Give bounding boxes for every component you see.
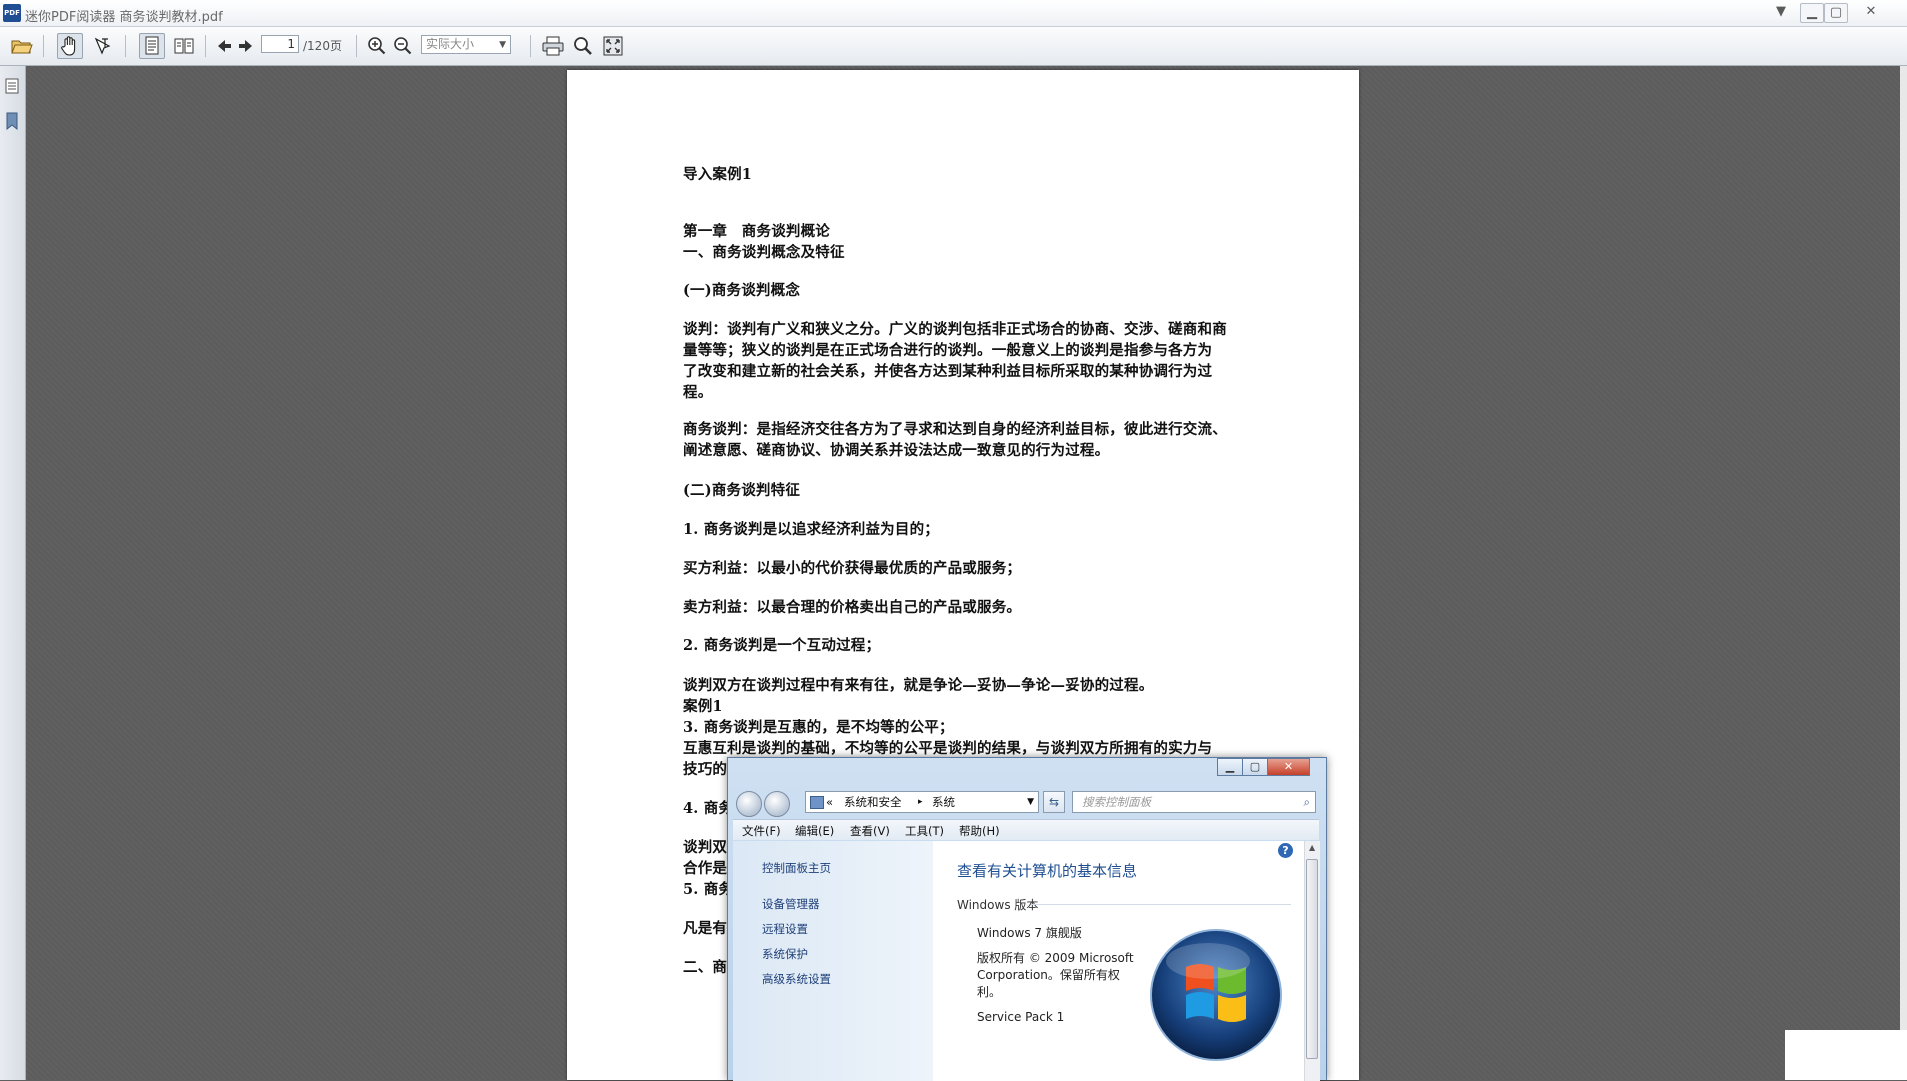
next-page-icon[interactable]: [233, 33, 259, 59]
outline-panel-icon[interactable]: [5, 78, 19, 98]
doc-line: 互惠互利是谈判的基础，不均等的公平是谈判的结果，与谈判双方所拥有的实力与: [683, 740, 1213, 757]
copyright-line: Corporation。保留所有权: [977, 968, 1120, 982]
cp-minimize-button[interactable]: ▁: [1217, 758, 1243, 776]
forward-arrow-icon[interactable]: [764, 791, 790, 817]
menu-view[interactable]: 查看(V): [850, 823, 890, 839]
bookmark-panel-icon[interactable]: [5, 112, 19, 134]
doc-line: 合作是: [683, 860, 728, 877]
help-icon[interactable]: ?: [1278, 843, 1293, 858]
doc-line: 凡是有: [683, 920, 728, 937]
doc-line: 第一章 商务谈判概论: [683, 223, 830, 240]
scroll-thumb[interactable]: [1306, 859, 1318, 1059]
breadcrumb-system-security[interactable]: 系统和安全: [844, 792, 902, 812]
doc-line: 买方利益：以最小的代价获得最优质的产品或服务；: [683, 560, 1022, 577]
cp-content: 控制面板主页 设备管理器 远程设置 系统保护 高级系统设置 查看有关计算机的基本…: [733, 841, 1320, 1081]
page-number-input[interactable]: 1: [261, 35, 299, 53]
doc-line: 一、商务谈判概念及特征: [683, 244, 845, 261]
doc-line: 2. 商务谈判是一个互动过程；: [683, 637, 881, 654]
doc-line: 程。: [683, 384, 713, 401]
vertical-scrollbar[interactable]: [1900, 66, 1907, 1080]
zoom-level-select[interactable]: 实际大小 ▼: [421, 35, 511, 54]
cp-menu-bar: 文件(F) 编辑(E) 查看(V) 工具(T) 帮助(H): [733, 819, 1319, 840]
doc-line: 了改变和建立新的社会关系，并使各方达到某种利益目标所采取的某种协调行为过: [683, 363, 1213, 380]
section-title: Windows 版本: [957, 898, 1039, 912]
hand-tool-icon[interactable]: [57, 33, 83, 59]
doc-line: (一)商务谈判概念: [683, 282, 801, 299]
cp-task-pane: 控制面板主页 设备管理器 远程设置 系统保护 高级系统设置: [733, 841, 933, 1081]
blank-panel: [1785, 1030, 1907, 1080]
doc-line: 二、商: [683, 959, 728, 976]
link-system-protection[interactable]: 系统保护: [762, 946, 808, 962]
refresh-icon[interactable]: ⇆: [1043, 791, 1065, 813]
folder-open-icon[interactable]: [9, 33, 35, 59]
select-text-icon[interactable]: [89, 33, 115, 59]
zoom-level-value: 实际大小: [426, 37, 475, 51]
find-icon[interactable]: [570, 33, 596, 59]
menu-file[interactable]: 文件(F): [742, 823, 781, 839]
page-heading: 查看有关计算机的基本信息: [957, 862, 1138, 880]
cp-maximize-button[interactable]: ▢: [1242, 758, 1268, 776]
search-icon: ⌕: [1303, 795, 1310, 809]
address-bar[interactable]: « 系统和安全 ▸ 系统 ▼: [805, 791, 1039, 813]
doc-line: 导入案例1: [683, 166, 753, 183]
doc-line: 阐述意愿、磋商协议、协调关系并设法达成一致意见的行为过程。: [683, 442, 1110, 459]
menu-tools[interactable]: 工具(T): [905, 823, 944, 839]
single-page-icon[interactable]: [139, 33, 165, 59]
chevron-down-icon: ▼: [499, 40, 506, 50]
link-advanced-settings[interactable]: 高级系统设置: [762, 971, 831, 987]
zoom-out-icon[interactable]: [390, 33, 416, 59]
doc-line: 量等等；狭义的谈判是在正式场合进行的谈判。一般意义上的谈判是指参与各方为: [683, 342, 1213, 359]
back-arrow-icon[interactable]: [736, 791, 762, 817]
doc-line: 1. 商务谈判是以追求经济利益为目的；: [683, 521, 939, 538]
doc-line: 谈判：谈判有广义和狭义之分。广义的谈判包括非正式场合的协商、交涉、磋商和商: [683, 321, 1227, 338]
doc-line: 卖方利益：以最合理的价格卖出自己的产品或服务。: [683, 599, 1022, 616]
doc-line: 商务谈判：是指经济交往各方为了寻求和达到自身的经济利益目标，彼此进行交流、: [683, 421, 1227, 438]
cp-main-pane: 查看有关计算机的基本信息 Windows 版本 Windows 7 旗舰版 版权…: [933, 841, 1303, 1081]
close-button[interactable]: ✕: [1860, 3, 1882, 21]
doc-line: 谈判双方在谈判过程中有来有往，就是争论—妥协—争论—妥协的过程。: [683, 677, 1154, 694]
link-control-panel-home[interactable]: 控制面板主页: [762, 860, 831, 876]
breadcrumb-system[interactable]: 系统: [932, 792, 955, 812]
link-remote-settings[interactable]: 远程设置: [762, 921, 808, 937]
chevron-down-icon[interactable]: ▼: [1027, 792, 1034, 812]
minimize-button[interactable]: ▁: [1800, 3, 1824, 23]
service-pack: Service Pack 1: [977, 1010, 1065, 1024]
doc-line: (二)商务谈判特征: [683, 482, 801, 499]
menu-help[interactable]: 帮助(H): [959, 823, 1000, 839]
window-dropdown-button[interactable]: ▼: [1772, 3, 1790, 21]
window-title: 迷你PDF阅读器 商务谈判教材.pdf: [25, 10, 223, 25]
doc-line: 案例1: [683, 698, 723, 715]
search-input[interactable]: 搜索控制面板 ⌕: [1072, 791, 1316, 813]
print-icon[interactable]: [540, 33, 566, 59]
two-page-icon[interactable]: [171, 33, 197, 59]
doc-line: 4. 商务: [683, 800, 734, 817]
cp-close-button[interactable]: ✕: [1267, 758, 1310, 776]
cp-scrollbar[interactable]: ▲: [1304, 841, 1320, 1081]
page-total-label: /120页: [303, 39, 342, 53]
copyright-line: 版权所有 © 2009 Microsoft: [977, 951, 1134, 965]
control-panel-icon: [810, 796, 824, 809]
doc-line: 技巧的: [683, 761, 728, 778]
doc-line: 5. 商务: [683, 881, 734, 898]
doc-line: 3. 商务谈判是互惠的，是不均等的公平；: [683, 719, 954, 736]
fullscreen-icon[interactable]: [600, 33, 626, 59]
link-device-manager[interactable]: 设备管理器: [762, 896, 820, 912]
zoom-in-icon[interactable]: [364, 33, 390, 59]
maximize-button[interactable]: ▢: [1824, 3, 1848, 23]
copyright-line: 利。: [977, 985, 1002, 999]
pdf-app-icon: PDF: [3, 4, 21, 22]
side-panel: [0, 66, 26, 1080]
doc-line: 谈判双: [683, 839, 728, 856]
windows-logo-icon: [1148, 927, 1284, 1067]
control-panel-window[interactable]: ▁ ▢ ✕ « 系统和安全 ▸ 系统 ▼ ⇆ 搜索控制面板 ⌕ 文件(F) 编辑…: [727, 757, 1327, 1081]
app-title-bar: PDF 迷你PDF阅读器 商务谈判教材.pdf ▼ ▁ ▢ ✕: [0, 0, 1907, 27]
windows-edition: Windows 7 旗舰版: [977, 926, 1082, 940]
scroll-up-icon[interactable]: ▲: [1309, 843, 1315, 852]
menu-edit[interactable]: 编辑(E): [795, 823, 834, 839]
